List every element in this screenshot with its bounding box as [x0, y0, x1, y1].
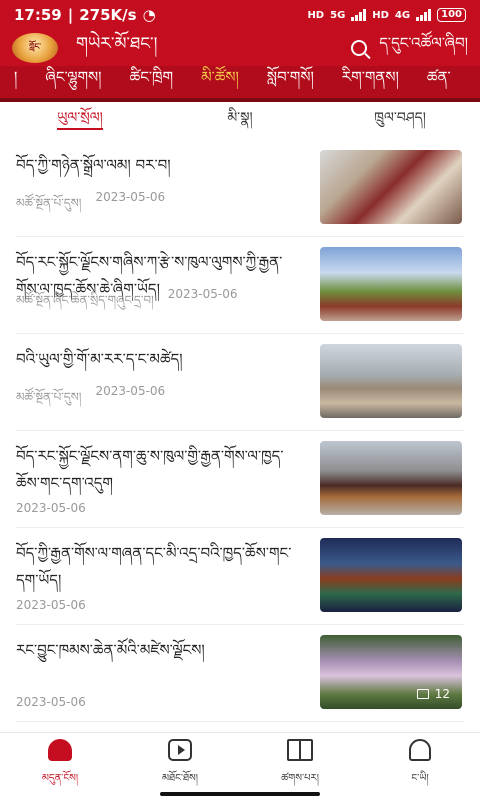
category-tab[interactable]: ཚན་	[413, 66, 465, 98]
nav-profile-label: ང་ཡི།	[411, 772, 429, 784]
nav-home-label: མདུན་ངོས།	[41, 772, 79, 784]
article-title: བོད་ཀྱི་གཉེན་སྒྲོལ་ལམ། བར་བ།	[16, 156, 171, 174]
article-date: 2023-05-06	[95, 190, 166, 204]
article-meta: མཚོ་སྔོན་པོ་དུས། 2023-05-06	[16, 190, 165, 224]
article-source: མཚོ་སྔོན་པོ་དུས།	[16, 196, 82, 210]
nav-home[interactable]: མདུན་ངོས།	[0, 733, 120, 800]
article-date: 2023-05-06	[95, 384, 166, 398]
photo-count: 12	[434, 687, 450, 701]
article-title: བོད་ཀྱི་རྒྱན་གོས་ལ་གཞན་དང་མི་འདྲ་བའི་ཁྱད…	[16, 544, 292, 589]
nav-profile[interactable]: ང་ཡི།	[360, 733, 480, 800]
sub-tab-label: མི་སྣ།	[227, 110, 253, 126]
article-date: 2023-05-06	[16, 695, 86, 709]
battery-icon: 100	[437, 8, 466, 22]
signal-icon-2	[416, 9, 432, 21]
article-item[interactable]: རང་བྱུང་ཁམས་ཆེན་མོའི་མཛེས་ལྗོངས། 2023-05…	[16, 625, 464, 722]
sub-tab[interactable]: ཁྲུལ་བཤད།	[320, 101, 480, 141]
app-header: ཀློང་ གཡེར་མོ་ཐང་། ད་དུང་འཚོལ་ཞིབ།	[0, 30, 480, 66]
article-meta: 2023-05-06	[16, 598, 86, 612]
nav-reading-label: ཚགས་པར།	[281, 772, 319, 784]
photo-count-badge: 12	[416, 687, 450, 701]
nav-reading[interactable]: ཚགས་པར།	[240, 733, 360, 800]
photos-icon	[416, 689, 429, 699]
article-title: བོད་རང་སྐྱོང་ལྗོངས་ནག་ཆུ་ས་ཁུལ་གྱི་རྒྱན་…	[16, 447, 284, 492]
article-title: བའི་ཡུལ་གྱི་གོ་མ་རར་ད་ང་མཚེད།	[16, 350, 183, 368]
bottom-nav: མདུན་ངོས། མཐོང་ཐོས། ཚགས་པར། ང་ཡི།	[0, 732, 480, 800]
sub-tabs: ཡུལ་སྲོལ། མི་སྣ། ཁྲུལ་བཤད།	[0, 106, 480, 136]
sub-tab[interactable]: མི་སྣ།	[160, 101, 320, 141]
article-thumbnail	[320, 441, 462, 515]
article-item[interactable]: བོད་ཀྱི་རྒྱན་གོས་ལ་གཞན་དང་མི་འདྲ་བའི་ཁྱད…	[16, 528, 464, 625]
status-hd-label: HD	[307, 9, 325, 21]
search-icon	[351, 40, 368, 56]
status-network-label: 5G	[330, 9, 346, 21]
article-meta: 2023-05-06	[16, 501, 86, 515]
article-source: མཚོ་སྔོན་ཞིང་ཆེན་སྲིད་གཞུང་དྲ་བ།	[16, 293, 154, 307]
article-meta: 2023-05-06	[16, 695, 86, 709]
category-nav: ། ཞིང་ལྷུགས། ཚིང་ཁྲིག མི་ཚོས། སློབ་གསོ། …	[0, 66, 480, 102]
article-thumbnail	[320, 247, 462, 321]
category-tab[interactable]: ཚིང་ཁྲིག	[116, 66, 188, 98]
article-meta: མཚོ་སྔོན་པོ་དུས། 2023-05-06	[16, 384, 165, 418]
search-label: ད་དུང་འཚོལ་ཞིབ།	[379, 34, 468, 52]
article-source: མཚོ་སྔོན་པོ་དུས།	[16, 390, 82, 404]
app-logo: ཀློང་	[12, 33, 58, 63]
status-network-label-2: 4G	[394, 9, 411, 21]
category-tab[interactable]: སློབ་གསོ།	[253, 66, 328, 98]
search-button[interactable]: ད་དུང་འཚོལ་ཞིབ།	[351, 27, 468, 69]
article-date: 2023-05-06	[16, 501, 86, 515]
article-thumbnail	[320, 150, 462, 224]
nav-video[interactable]: མཐོང་ཐོས།	[120, 733, 240, 800]
category-tab[interactable]: །	[0, 66, 31, 98]
article-date: 2023-05-06	[16, 598, 86, 612]
article-item[interactable]: བའི་ཡུལ་གྱི་གོ་མ་རར་ད་ང་མཚེད། མཚོ་སྔོན་པ…	[16, 334, 464, 431]
app-title: གཡེར་མོ་ཐང་།	[76, 34, 158, 54]
home-icon	[48, 738, 72, 761]
status-time: 17:59	[14, 6, 62, 24]
sub-tab-label: ཁྲུལ་བཤད།	[374, 110, 426, 126]
article-item[interactable]: བོད་རང་སྐྱོང་ལྗོངས་ནག་ཆུ་ས་ཁུལ་གྱི་རྒྱན་…	[16, 431, 464, 528]
article-thumbnail	[320, 538, 462, 612]
status-alarm-icon: ◔	[142, 6, 156, 24]
category-tab[interactable]: རིག་གནས།	[328, 66, 413, 98]
nav-video-label: མཐོང་ཐོས།	[162, 772, 198, 784]
status-speed: 275K/s	[79, 6, 137, 24]
article-thumbnail: 12	[320, 635, 462, 709]
article-title: རང་བྱུང་ཁམས་ཆེན་མོའི་མཛེས་ལྗོངས།	[16, 641, 205, 659]
article-item[interactable]: བོད་ཀྱི་གཉེན་སྒྲོལ་ལམ། བར་བ། མཚོ་སྔོན་པོ…	[16, 140, 464, 237]
sub-tab-active[interactable]: ཡུལ་སྲོལ།	[0, 101, 160, 141]
signal-icon	[351, 9, 367, 21]
article-meta: མཚོ་སྔོན་ཞིང་ཆེན་སྲིད་གཞུང་དྲ་བ། 2023-05…	[16, 287, 238, 321]
user-icon	[409, 738, 431, 761]
category-tab[interactable]: ཞིང་ལྷུགས།	[31, 66, 115, 98]
book-icon	[287, 738, 313, 761]
status-hd-label-2: HD	[372, 9, 389, 21]
article-date: 2023-05-06	[167, 287, 238, 301]
article-list: བོད་ཀྱི་གཉེན་སྒྲོལ་ལམ། བར་བ། མཚོ་སྔོན་པོ…	[0, 140, 480, 722]
home-indicator	[160, 792, 320, 796]
video-icon	[168, 738, 192, 761]
category-tab-active[interactable]: མི་ཚོས།	[187, 66, 253, 98]
sub-tab-label: ཡུལ་སྲོལ།	[57, 110, 103, 130]
article-item[interactable]: བོད་རང་སྐྱོང་ལྗོངས་གཞིས་ཀ་རྩེ་ས་ཁུལ་ལུགས…	[16, 237, 464, 334]
article-thumbnail	[320, 344, 462, 418]
